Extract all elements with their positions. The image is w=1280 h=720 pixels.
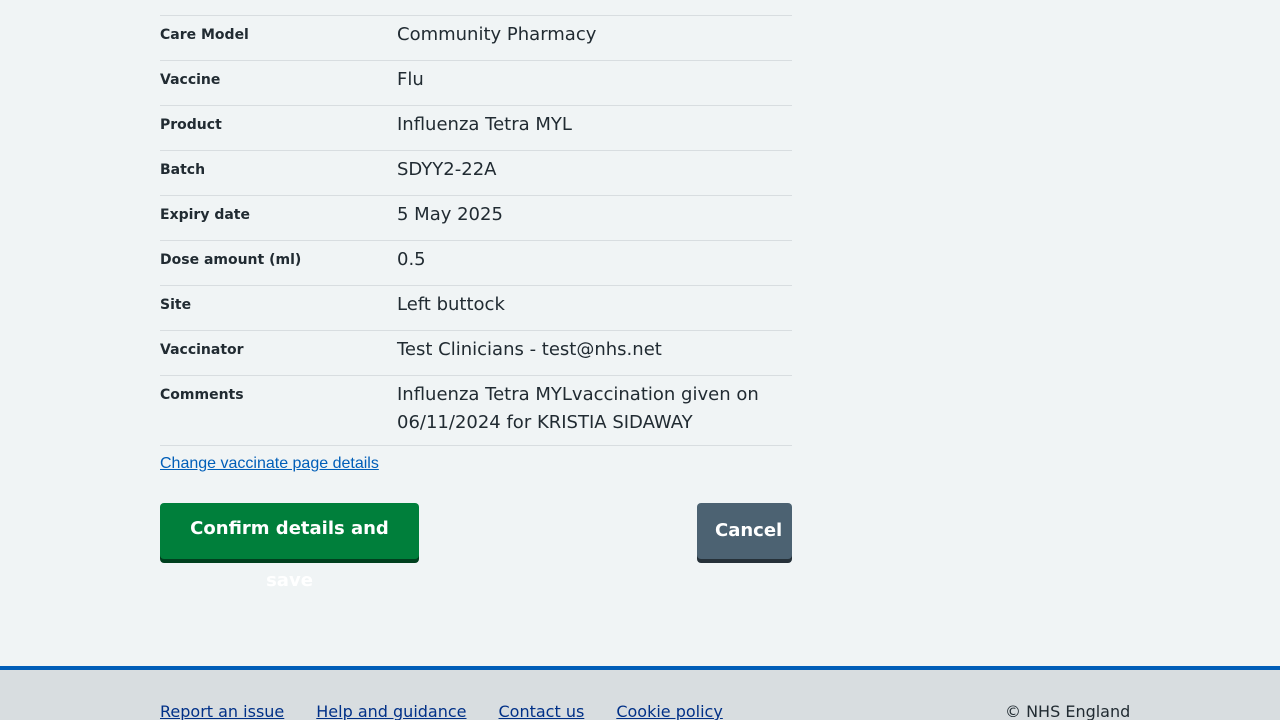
summary-value: Influenza Tetra MYLvaccination given on … — [397, 384, 759, 433]
footer-link-report-issue[interactable]: Report an issue — [160, 702, 284, 720]
summary-row-dose-amount: Dose amount (ml) 0.5 — [160, 241, 792, 286]
summary-value: Test Clinicians - test@nhs.net — [397, 339, 662, 360]
summary-key: Vaccine — [160, 72, 221, 88]
summary-key: Care Model — [160, 27, 249, 43]
summary-row-expiry-date: Expiry date 5 May 2025 — [160, 196, 792, 241]
footer-link-help-guidance[interactable]: Help and guidance — [316, 702, 466, 720]
summary-value: Flu — [397, 69, 424, 90]
footer: Report an issue Help and guidance Contac… — [0, 666, 1280, 720]
summary-row-vaccinator: Vaccinator Test Clinicians - test@nhs.ne… — [160, 331, 792, 376]
summary-row-batch: Batch SDYY2-22A — [160, 151, 792, 196]
summary-key: Product — [160, 117, 222, 133]
footer-link-contact-us[interactable]: Contact us — [499, 702, 585, 720]
summary-key: Batch — [160, 162, 206, 178]
summary-value: Left buttock — [397, 294, 505, 315]
summary-value: Influenza Tetra MYL — [397, 114, 572, 135]
summary-key — [160, 0, 397, 7]
change-vaccinate-details-link[interactable]: Change vaccinate page details — [160, 455, 379, 473]
summary-row-previous: y — [160, 0, 792, 16]
summary-list: y Care Model Community Pharmacy Vaccine … — [160, 0, 792, 446]
summary-value: 5 May 2025 — [397, 204, 503, 225]
summary-key: Site — [160, 297, 192, 313]
page: y Care Model Community Pharmacy Vaccine … — [0, 0, 1280, 720]
footer-links: Report an issue Help and guidance Contac… — [160, 702, 723, 720]
summary-key: Vaccinator — [160, 342, 244, 358]
summary-value: y — [397, 0, 792, 7]
summary-key: Expiry date — [160, 207, 250, 223]
summary-row-product: Product Influenza Tetra MYL — [160, 106, 792, 151]
summary-value: SDYY2-22A — [397, 159, 497, 180]
summary-value: 0.5 — [397, 249, 426, 270]
confirm-save-button[interactable]: Confirm details and save — [160, 503, 419, 591]
summary-value: Community Pharmacy — [397, 24, 597, 45]
summary-row-comments: Comments Influenza Tetra MYLvaccination … — [160, 376, 792, 446]
summary-row-site: Site Left buttock — [160, 286, 792, 331]
summary-key: Comments — [160, 387, 244, 403]
copyright: © NHS England — [1005, 702, 1131, 720]
summary-row-vaccine: Vaccine Flu — [160, 61, 792, 106]
cancel-button[interactable]: Cancel — [697, 503, 792, 559]
summary-row-care-model: Care Model Community Pharmacy — [160, 16, 792, 61]
footer-link-cookie-policy[interactable]: Cookie policy — [616, 702, 723, 720]
summary-key: Dose amount (ml) — [160, 252, 302, 268]
